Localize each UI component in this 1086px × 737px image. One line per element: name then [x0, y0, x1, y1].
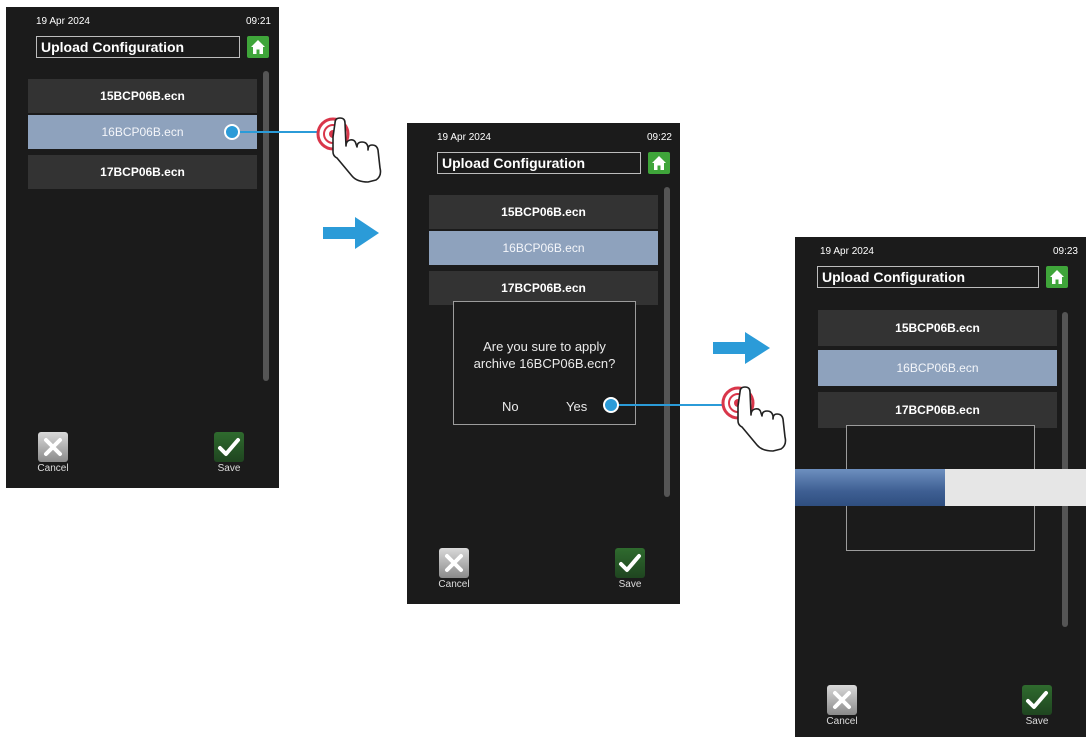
tap-callout-1	[224, 117, 350, 151]
tap-hand-icon	[737, 386, 787, 452]
tap-hand-icon	[332, 117, 382, 183]
arrow-right-icon	[323, 217, 379, 249]
tap-callout-2	[603, 386, 755, 420]
annotation-overlay	[224, 117, 787, 452]
arrow-right-icon	[713, 332, 770, 364]
